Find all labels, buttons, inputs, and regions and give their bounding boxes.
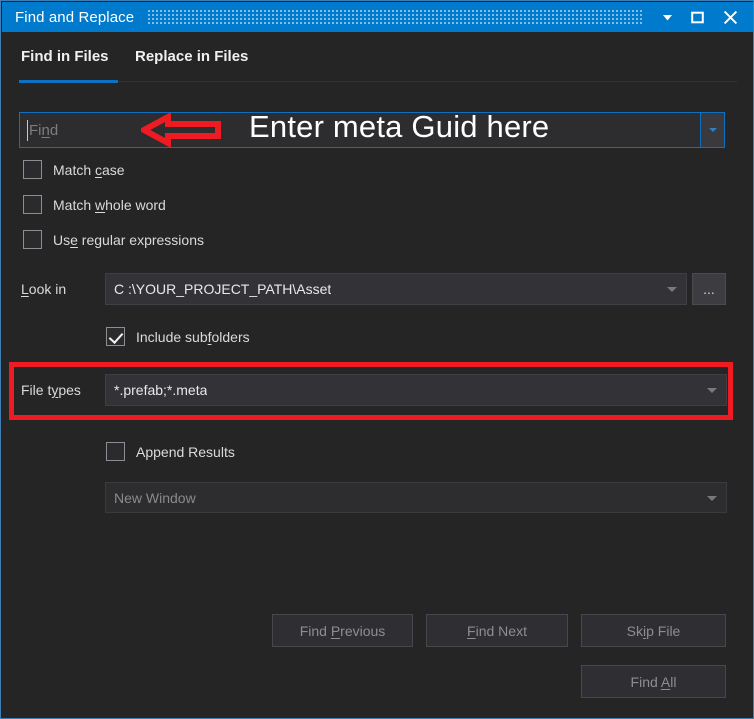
button-label: Find Previous bbox=[299, 622, 386, 639]
button-label: Skip File bbox=[626, 622, 681, 639]
result-window-value: New Window bbox=[114, 489, 196, 506]
checkbox-match-case[interactable]: Match case bbox=[23, 160, 125, 179]
find-previous-button[interactable]: Find Previous bbox=[272, 614, 413, 647]
active-tab-indicator bbox=[19, 80, 118, 83]
title-drag-gripper[interactable] bbox=[148, 10, 642, 24]
tab-divider bbox=[19, 81, 737, 82]
checkbox-box[interactable] bbox=[106, 442, 125, 461]
checkbox-label: Match case bbox=[53, 161, 125, 178]
find-and-replace-dialog: Find and Replace Find in Files Replace i… bbox=[0, 0, 754, 719]
look-in-label: Look in bbox=[21, 281, 67, 297]
checkbox-use-regular-expressions[interactable]: Use regular expressions bbox=[23, 230, 204, 249]
look-in-combo[interactable]: C :\YOUR_PROJECT_PATH\Asset bbox=[105, 273, 687, 305]
look-in-value: C :\YOUR_PROJECT_PATH\Asset bbox=[114, 281, 332, 297]
result-window-combo[interactable]: New Window bbox=[105, 482, 727, 513]
text-caret bbox=[27, 120, 28, 141]
checkbox-label: Use regular expressions bbox=[53, 231, 204, 248]
tab-bar: Find in Files Replace in Files bbox=[2, 32, 753, 89]
button-label: Find Next bbox=[467, 622, 527, 639]
maximize-icon[interactable] bbox=[682, 2, 712, 32]
chevron-down-icon[interactable] bbox=[652, 2, 682, 32]
chevron-down-icon bbox=[709, 128, 717, 132]
checkbox-label: Append Results bbox=[136, 443, 235, 460]
chevron-down-icon bbox=[707, 388, 717, 393]
checkbox-match-whole-word[interactable]: Match whole word bbox=[23, 195, 166, 214]
checkbox-box[interactable] bbox=[23, 195, 42, 214]
find-placeholder: Find bbox=[29, 121, 59, 139]
checkbox-label: Include subfolders bbox=[136, 328, 250, 345]
title-bar: Find and Replace bbox=[2, 2, 753, 32]
checkbox-box[interactable] bbox=[106, 327, 125, 346]
checkbox-label: Match whole word bbox=[53, 196, 166, 213]
chevron-down-icon bbox=[707, 495, 717, 501]
file-types-value: *.prefab;*.meta bbox=[114, 382, 208, 398]
tab-find-in-files[interactable]: Find in Files bbox=[21, 48, 109, 65]
checkbox-include-subfolders[interactable]: Include subfolders bbox=[106, 327, 250, 346]
find-next-button[interactable]: Find Next bbox=[426, 614, 568, 647]
window-title: Find and Replace bbox=[15, 8, 135, 26]
file-types-label: File types bbox=[21, 382, 81, 398]
checkbox-box[interactable] bbox=[23, 160, 42, 179]
skip-file-button[interactable]: Skip File bbox=[581, 614, 726, 647]
button-label: Find All bbox=[630, 673, 677, 690]
annotation-text: Enter meta Guid here bbox=[249, 109, 550, 144]
close-icon[interactable] bbox=[712, 2, 753, 32]
browse-button[interactable]: ... bbox=[692, 273, 726, 305]
checkbox-box[interactable] bbox=[23, 230, 42, 249]
checkbox-append-results[interactable]: Append Results bbox=[106, 442, 235, 461]
find-dropdown-button[interactable] bbox=[700, 113, 724, 147]
tab-replace-in-files[interactable]: Replace in Files bbox=[135, 48, 248, 65]
file-types-combo[interactable]: *.prefab;*.meta bbox=[105, 374, 727, 406]
find-all-button[interactable]: Find All bbox=[581, 665, 726, 698]
chevron-down-icon bbox=[667, 287, 677, 292]
